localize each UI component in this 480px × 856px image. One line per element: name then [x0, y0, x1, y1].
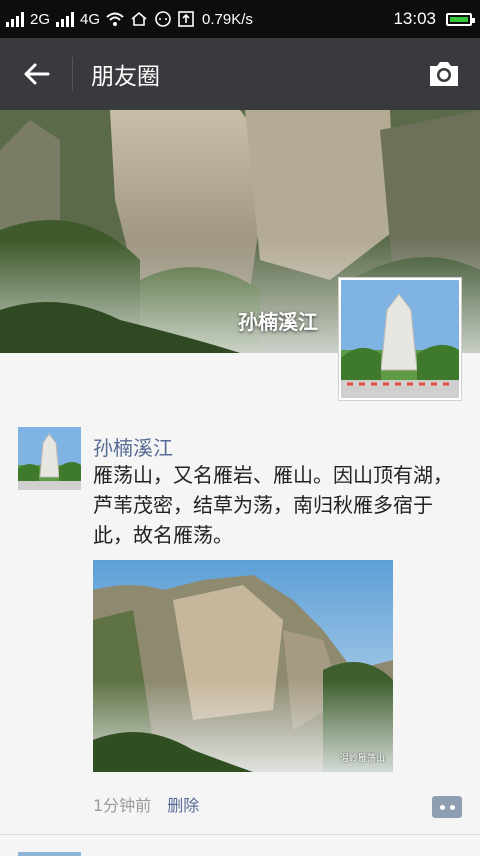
dot-icon	[439, 804, 445, 810]
post-text: 雁荡山，又名雁岩、雁山。因山顶有湖，芦苇茂密，结草为荡，南归秋雁多宿于此，故名雁…	[93, 463, 453, 547]
monument-stone-thumbnail	[18, 427, 81, 490]
home-icon	[130, 11, 148, 27]
battery-icon	[446, 12, 475, 26]
post-meta: 1分钟前 删除	[93, 792, 199, 816]
camera-icon	[430, 62, 458, 86]
post-separator	[0, 834, 480, 835]
comment-button[interactable]	[432, 796, 462, 818]
status-right: 13:03	[393, 9, 480, 29]
post-image[interactable]: 温岭雁荡山	[93, 560, 393, 772]
status-bar: 2G 4G 0.79K/s 13:03	[0, 0, 480, 38]
post-author-name[interactable]: 孙楠溪江	[93, 432, 173, 461]
monument-stone-image	[341, 280, 459, 398]
post-avatar[interactable]	[18, 427, 81, 490]
camera-button[interactable]	[408, 38, 480, 110]
image-watermark: 温岭雁荡山	[339, 754, 385, 764]
title-bar: 朋友圈	[0, 38, 480, 110]
mountain-cliff-photo	[93, 560, 393, 772]
wifi-icon	[106, 11, 124, 27]
network-type-2: 4G	[80, 10, 101, 28]
dot-icon	[449, 804, 455, 810]
post-time: 1分钟前	[93, 796, 152, 815]
network-type-1: 2G	[30, 10, 51, 28]
network-speed: 0.79K/s	[202, 10, 253, 28]
signal-icon	[6, 11, 24, 27]
profile-avatar[interactable]	[338, 277, 462, 401]
chat-icon	[154, 11, 172, 27]
upload-icon	[178, 11, 196, 27]
next-post-avatar-peek	[18, 852, 81, 856]
delete-link[interactable]: 删除	[167, 792, 199, 816]
clock: 13:03	[393, 9, 436, 28]
signal-icon-2	[56, 11, 75, 27]
back-button[interactable]	[0, 38, 72, 110]
page-title: 朋友圈	[91, 64, 160, 90]
back-arrow-icon	[24, 63, 50, 85]
cover-user-name: 孙楠溪江	[238, 310, 318, 334]
status-left: 2G 4G 0.79K/s	[0, 11, 253, 28]
